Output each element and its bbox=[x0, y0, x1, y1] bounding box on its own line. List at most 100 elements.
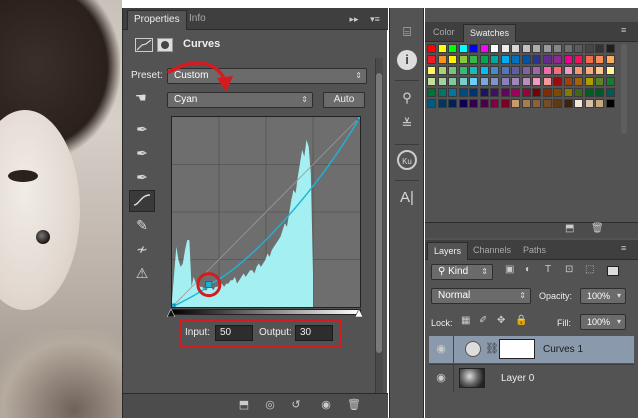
swatch[interactable] bbox=[448, 99, 457, 108]
collapse-button[interactable]: ▸▸ bbox=[347, 11, 361, 27]
character-icon[interactable]: A| bbox=[397, 188, 417, 208]
swatch[interactable] bbox=[479, 88, 489, 97]
swatch[interactable] bbox=[532, 66, 541, 75]
pencil-draw-icon[interactable]: ✎ bbox=[129, 214, 155, 236]
swatch[interactable] bbox=[542, 77, 552, 86]
swatch[interactable] bbox=[521, 44, 531, 53]
swatch[interactable] bbox=[469, 55, 478, 64]
panel-menu-button[interactable]: ▾≡ bbox=[367, 11, 383, 27]
layer-filter-select[interactable]: ⚲ Kind ⇕ bbox=[431, 264, 493, 280]
swatch[interactable] bbox=[595, 77, 604, 86]
swatches-menu-icon[interactable]: ≡ bbox=[621, 25, 626, 35]
swatch[interactable] bbox=[490, 88, 499, 97]
mask-icon[interactable] bbox=[157, 38, 173, 52]
eye-icon[interactable]: ◉ bbox=[433, 370, 449, 386]
swatch[interactable] bbox=[595, 44, 604, 53]
swatch[interactable] bbox=[595, 55, 604, 64]
lock-transparent-icon[interactable]: ▦ bbox=[461, 315, 470, 326]
layers-menu-icon[interactable]: ≡ bbox=[621, 243, 626, 253]
swatch[interactable] bbox=[448, 77, 457, 86]
swatch[interactable] bbox=[490, 99, 499, 108]
swatch[interactable] bbox=[437, 88, 447, 97]
swatch[interactable] bbox=[427, 77, 436, 86]
swatch[interactable] bbox=[521, 77, 531, 86]
fill-field[interactable]: 100% ▾ bbox=[580, 314, 626, 330]
trash-icon[interactable]: 🗑 bbox=[345, 397, 363, 413]
swatch[interactable] bbox=[574, 99, 583, 108]
info-icon[interactable]: i bbox=[397, 50, 417, 70]
swatch[interactable] bbox=[605, 88, 615, 97]
swatch[interactable] bbox=[563, 88, 573, 97]
smooth-curve-icon[interactable]: ≁ bbox=[129, 238, 155, 260]
swatch[interactable] bbox=[437, 77, 447, 86]
swatch[interactable] bbox=[490, 77, 499, 86]
white-point-slider[interactable] bbox=[354, 308, 364, 318]
swatch[interactable] bbox=[563, 77, 573, 86]
clipping-warning-icon[interactable]: ⚠ bbox=[129, 262, 155, 284]
swatch[interactable] bbox=[469, 99, 478, 108]
brush-preset-icon[interactable]: ⚲ bbox=[397, 88, 417, 108]
swatch[interactable] bbox=[584, 44, 594, 53]
curves-canvas[interactable] bbox=[168, 113, 364, 311]
swatch[interactable] bbox=[427, 66, 436, 75]
new-swatch-icon[interactable]: ⬒ bbox=[565, 223, 574, 234]
swatch[interactable] bbox=[448, 88, 457, 97]
layer-name[interactable]: Layer 0 bbox=[501, 373, 534, 384]
swatch[interactable] bbox=[437, 44, 447, 53]
swatch[interactable] bbox=[469, 66, 478, 75]
swatch[interactable] bbox=[532, 44, 541, 53]
swatch[interactable] bbox=[511, 44, 520, 53]
blend-mode-select[interactable]: Normal ⇕ bbox=[431, 288, 531, 304]
lock-move-icon[interactable]: ✥ bbox=[497, 315, 505, 326]
swatch[interactable] bbox=[458, 44, 468, 53]
swatch[interactable] bbox=[605, 44, 615, 53]
color-wheel-icon[interactable]: Ku bbox=[397, 150, 417, 170]
layer-thumbnail[interactable] bbox=[459, 368, 485, 388]
swatch[interactable] bbox=[458, 88, 468, 97]
tab-info[interactable]: Info bbox=[183, 10, 212, 30]
swatch[interactable] bbox=[553, 77, 562, 86]
opacity-field[interactable]: 100% ▾ bbox=[580, 288, 626, 304]
eyedropper-white-icon[interactable]: ✒ bbox=[129, 166, 155, 188]
view-previous-icon[interactable]: ◎ bbox=[261, 397, 279, 413]
black-point-slider[interactable] bbox=[166, 308, 176, 318]
tab-layers[interactable]: Layers bbox=[427, 242, 469, 260]
curves-graph[interactable] bbox=[168, 113, 364, 311]
swatch[interactable] bbox=[605, 55, 615, 64]
swatch[interactable] bbox=[437, 55, 447, 64]
swatch[interactable] bbox=[584, 66, 594, 75]
swatch[interactable] bbox=[511, 55, 520, 64]
scrollbar-thumb[interactable] bbox=[376, 73, 382, 353]
swatch[interactable] bbox=[458, 77, 468, 86]
filter-shape-icon[interactable]: ⊡ bbox=[565, 264, 573, 275]
swatch[interactable] bbox=[490, 44, 499, 53]
hand-target-icon[interactable]: ☚ bbox=[135, 90, 155, 106]
swatch[interactable] bbox=[542, 55, 552, 64]
swatch[interactable] bbox=[542, 44, 552, 53]
swatch[interactable] bbox=[574, 44, 583, 53]
swatch[interactable] bbox=[500, 55, 510, 64]
swatch[interactable] bbox=[563, 55, 573, 64]
eyedropper-black-icon[interactable]: ✒ bbox=[129, 118, 155, 140]
chain-link-icon[interactable]: ⛓ bbox=[485, 342, 499, 355]
swatch[interactable] bbox=[511, 88, 520, 97]
swatch[interactable] bbox=[427, 99, 436, 108]
swatch[interactable] bbox=[500, 88, 510, 97]
swatch[interactable] bbox=[595, 88, 604, 97]
swatch[interactable] bbox=[448, 44, 457, 53]
swatch[interactable] bbox=[553, 99, 562, 108]
swatch[interactable] bbox=[427, 55, 436, 64]
swatch[interactable] bbox=[458, 66, 468, 75]
lock-brush-icon[interactable]: ✐ bbox=[479, 315, 487, 326]
swatch[interactable] bbox=[532, 99, 541, 108]
swatch[interactable] bbox=[574, 88, 583, 97]
tab-paths[interactable]: Paths bbox=[517, 242, 552, 260]
swatch[interactable] bbox=[605, 66, 615, 75]
swatch[interactable] bbox=[553, 88, 562, 97]
eye-icon[interactable]: ◉ bbox=[433, 341, 449, 357]
swatch[interactable] bbox=[479, 77, 489, 86]
swatch[interactable] bbox=[574, 77, 583, 86]
swatch[interactable] bbox=[542, 66, 552, 75]
swatch[interactable] bbox=[511, 66, 520, 75]
adjustments-icon[interactable]: ≚ bbox=[397, 114, 417, 134]
